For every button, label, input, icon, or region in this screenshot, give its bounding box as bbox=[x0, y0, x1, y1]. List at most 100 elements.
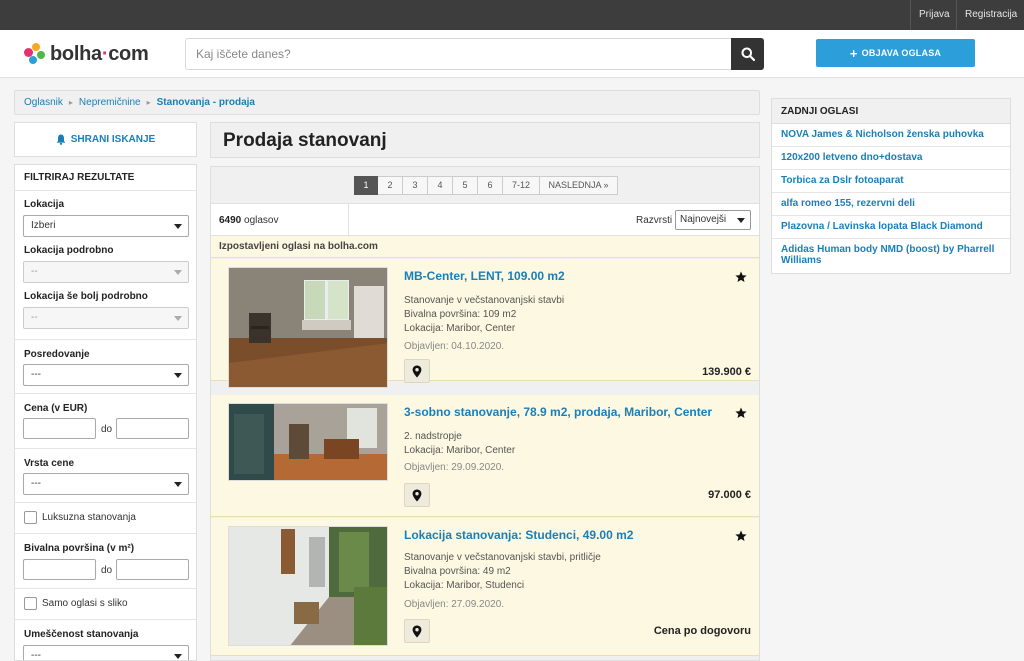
apartment-photo-image bbox=[229, 404, 387, 480]
listing-date: Objavljen: 29.09.2020. bbox=[404, 462, 505, 473]
star-icon[interactable] bbox=[735, 271, 747, 283]
chevron-down-icon bbox=[174, 316, 182, 321]
chevron-down-icon bbox=[174, 373, 182, 378]
area-range-separator: do bbox=[101, 565, 113, 576]
listing-title[interactable]: Lokacija stanovanja: Studenci, 49.00 m2 bbox=[404, 528, 633, 542]
location-detail-select[interactable]: -- bbox=[23, 261, 189, 283]
map-pin-icon bbox=[412, 489, 422, 501]
page-title: Prodaja stanovanj bbox=[223, 130, 387, 151]
area-max-input[interactable] bbox=[116, 559, 189, 580]
listing-date: Objavljen: 04.10.2020. bbox=[404, 341, 505, 352]
map-pin-icon bbox=[412, 625, 422, 637]
search-bar bbox=[185, 38, 764, 70]
chevron-down-icon bbox=[174, 270, 182, 275]
logo-text: bolha·com bbox=[50, 42, 149, 65]
page-4[interactable]: 4 bbox=[428, 176, 453, 195]
divider bbox=[15, 619, 196, 620]
page-3[interactable]: 3 bbox=[403, 176, 428, 195]
price-max-input[interactable] bbox=[116, 418, 189, 439]
luxury-checkbox[interactable] bbox=[24, 511, 37, 524]
price-label: Cena (v EUR) bbox=[24, 403, 88, 414]
site-header: bolha·com + OBJAVA OGLASA bbox=[0, 30, 1024, 78]
latest-ad-link[interactable]: alfa romeo 155, rezervni deli bbox=[772, 193, 1010, 216]
location-select[interactable]: Izberi bbox=[23, 215, 189, 237]
latest-ad-link[interactable]: Torbica za Dslr fotoaparat bbox=[772, 170, 1010, 193]
listing-title[interactable]: MB-Center, LENT, 109.00 m2 bbox=[404, 269, 565, 283]
location-detail-label: Lokacija podrobno bbox=[24, 245, 114, 256]
price-range-separator: do bbox=[101, 424, 113, 435]
listing-detail: Bivalna površina: 109 m2 bbox=[404, 309, 517, 320]
results-toolbar: 6490 oglasov Razvrsti Najnovejši bbox=[211, 203, 759, 236]
apartment-photo-image bbox=[229, 268, 387, 387]
price-min-input[interactable] bbox=[23, 418, 96, 439]
sort-select[interactable]: Najnovejši bbox=[675, 210, 751, 230]
pagination: 1 2 3 4 5 6 7-12 NASLEDNJA » bbox=[354, 176, 618, 195]
breadcrumb: Oglasnik ▸ Nepremičnine ▸ Stanovanja - p… bbox=[14, 90, 760, 115]
next-page-button[interactable]: NASLEDNJA » bbox=[540, 176, 618, 195]
furnished-select[interactable]: --- bbox=[23, 645, 189, 660]
site-logo[interactable]: bolha·com bbox=[24, 42, 149, 66]
map-button[interactable] bbox=[404, 483, 430, 507]
agency-select[interactable]: --- bbox=[23, 364, 189, 386]
price-type-select[interactable]: --- bbox=[23, 473, 189, 495]
area-label: Bivalna površina (v m²) bbox=[24, 543, 135, 554]
plus-icon: + bbox=[849, 45, 858, 61]
building-photo-image bbox=[229, 527, 387, 645]
breadcrumb-item-oglasnik[interactable]: Oglasnik bbox=[24, 97, 63, 108]
map-pin-icon bbox=[412, 365, 422, 377]
post-ad-button[interactable]: + OBJAVA OGLASA bbox=[816, 39, 975, 67]
listing-thumbnail[interactable] bbox=[228, 267, 388, 388]
listing-date: Objavljen: 27.09.2020. bbox=[404, 599, 505, 610]
latest-ad-link[interactable]: Adidas Human body NMD (boost) by Pharrel… bbox=[772, 239, 1010, 272]
luxury-checkbox-label[interactable]: Luksuzna stanovanja bbox=[42, 512, 136, 523]
with-image-checkbox-label[interactable]: Samo oglasi s sliko bbox=[42, 598, 128, 609]
page-5[interactable]: 5 bbox=[453, 176, 478, 195]
results-panel: 1 2 3 4 5 6 7-12 NASLEDNJA » 6490 oglaso… bbox=[210, 166, 760, 661]
area-min-input[interactable] bbox=[23, 559, 96, 580]
chevron-down-icon bbox=[174, 654, 182, 659]
location-more-select[interactable]: -- bbox=[23, 307, 189, 329]
latest-ad-link[interactable]: NOVA James & Nicholson ženska puhovka bbox=[772, 124, 1010, 147]
save-search-button[interactable]: SHRANI ISKANJE bbox=[14, 122, 197, 157]
latest-ad-link[interactable]: Plazovna / Lavinska lopata Black Diamond bbox=[772, 216, 1010, 239]
chevron-right-icon: ▸ bbox=[68, 98, 73, 107]
map-button[interactable] bbox=[404, 619, 430, 643]
page-1[interactable]: 1 bbox=[354, 176, 378, 195]
login-link[interactable]: Prijava bbox=[910, 0, 958, 30]
listing-title[interactable]: 3-sobno stanovanje, 78.9 m2, prodaja, Ma… bbox=[404, 405, 712, 419]
listing-detail: Bivalna površina: 49 m2 bbox=[404, 566, 511, 577]
search-input[interactable] bbox=[186, 39, 732, 69]
star-icon[interactable] bbox=[735, 407, 747, 419]
listing-detail: 2. nadstropje bbox=[404, 431, 462, 442]
results-count: 6490 oglasov bbox=[219, 215, 279, 226]
listing-price: 139.900 € bbox=[702, 366, 751, 378]
listing-item[interactable]: MB-Center, LENT, 109.00 m2 Stanovanje v … bbox=[211, 259, 759, 388]
listing-thumbnail[interactable] bbox=[228, 403, 388, 481]
listing-detail: Lokacija: Maribor, Studenci bbox=[404, 580, 525, 591]
breadcrumb-current[interactable]: Stanovanja - prodaja bbox=[157, 97, 255, 108]
listing-detail: Stanovanje v večstanovanjski stavbi bbox=[404, 295, 565, 306]
divider bbox=[15, 448, 196, 449]
breadcrumb-item-nepremicnine[interactable]: Nepremičnine bbox=[79, 97, 141, 108]
price-type-label: Vrsta cene bbox=[24, 458, 75, 469]
with-image-checkbox[interactable] bbox=[24, 597, 37, 610]
listing-price: 97.000 € bbox=[708, 489, 751, 501]
location-label: Lokacija bbox=[24, 199, 65, 210]
page-6[interactable]: 6 bbox=[478, 176, 503, 195]
listing-thumbnail[interactable] bbox=[228, 526, 388, 646]
latest-ad-link[interactable]: 120x200 letveno dno+dostava bbox=[772, 147, 1010, 170]
star-icon[interactable] bbox=[735, 530, 747, 542]
map-button[interactable] bbox=[404, 359, 430, 383]
page-7-12[interactable]: 7-12 bbox=[503, 176, 540, 195]
featured-heading: Izpostavljeni oglasi na bolha.com bbox=[211, 236, 759, 258]
listing-item[interactable]: 3-sobno stanovanje, 78.9 m2, prodaja, Ma… bbox=[211, 395, 759, 517]
filters-title: FILTRIRAJ REZULTATE bbox=[15, 165, 196, 191]
location-more-label: Lokacija še bolj podrobno bbox=[24, 291, 148, 302]
sort-label: Razvrsti bbox=[636, 215, 673, 226]
search-button[interactable] bbox=[731, 38, 764, 70]
page-2[interactable]: 2 bbox=[378, 176, 403, 195]
divider bbox=[348, 204, 349, 235]
agency-label: Posredovanje bbox=[24, 349, 90, 360]
register-link[interactable]: Registracija bbox=[956, 0, 1024, 30]
listing-item[interactable]: Lokacija stanovanja: Studenci, 49.00 m2 … bbox=[211, 518, 759, 656]
